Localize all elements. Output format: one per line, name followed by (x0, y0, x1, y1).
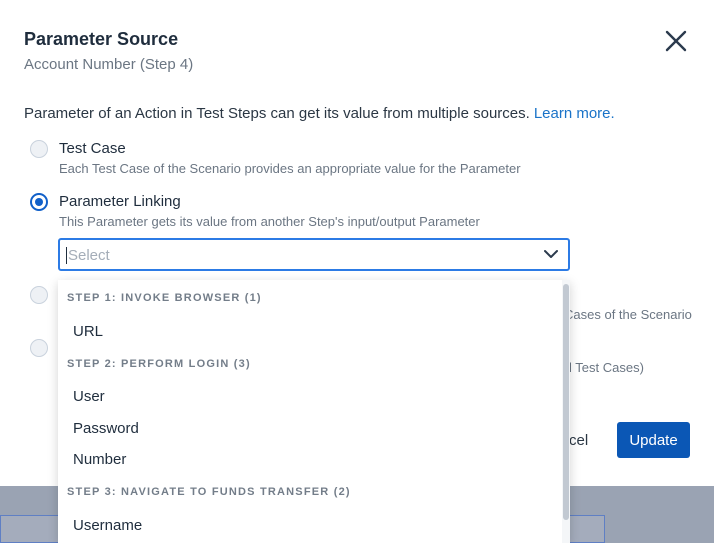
radio-test-case[interactable] (30, 140, 48, 158)
update-button[interactable]: Update (617, 422, 690, 458)
close-icon (665, 30, 687, 52)
chevron-down-icon[interactable] (544, 249, 558, 259)
option-label-test-case[interactable]: Test Case (59, 140, 126, 157)
radio-parameter-linking[interactable] (30, 193, 48, 211)
radio-option-4[interactable] (30, 339, 48, 357)
cancel-button[interactable]: cel (569, 432, 588, 449)
option-desc-parameter-linking: This Parameter gets its value from anoth… (59, 214, 480, 229)
dialog-title: Parameter Source (24, 29, 179, 49)
dropdown-scrollbar[interactable] (562, 280, 570, 543)
dropdown-item-number[interactable]: Number (73, 451, 126, 468)
intro-text: Parameter of an Action in Test Steps can… (24, 105, 615, 122)
text-caret (66, 247, 67, 264)
dropdown-item-user[interactable]: User (73, 388, 105, 405)
intro-sentence: Parameter of an Action in Test Steps can… (24, 105, 530, 122)
dropdown-item-username[interactable]: Username (73, 517, 142, 534)
option-desc-4-visible-tail: l Test Cases) (569, 360, 644, 375)
select-placeholder: Select (68, 247, 110, 264)
option-label-parameter-linking[interactable]: Parameter Linking (59, 193, 181, 210)
dropdown-scroll-thumb[interactable] (563, 284, 569, 520)
dropdown-item-url[interactable]: URL (73, 323, 103, 340)
dialog-subtitle: Account Number (Step 4) (24, 56, 194, 73)
learn-more-link[interactable]: Learn more. (534, 105, 615, 122)
radio-option-3[interactable] (30, 286, 48, 304)
group-header-step-2: STEP 2: PERFORM LOGIN (3) (67, 358, 251, 370)
parameter-dropdown-menu: STEP 1: INVOKE BROWSER (1) URL STEP 2: P… (58, 280, 570, 543)
parameter-select[interactable]: Select (58, 238, 570, 271)
close-button[interactable] (662, 27, 690, 55)
option-desc-3-visible-tail: Cases of the Scenario (564, 307, 692, 322)
group-header-step-3: STEP 3: NAVIGATE TO FUNDS TRANSFER (2) (67, 486, 351, 498)
option-desc-test-case: Each Test Case of the Scenario provides … (59, 161, 521, 176)
group-header-step-1: STEP 1: INVOKE BROWSER (1) (67, 292, 262, 304)
dropdown-item-password[interactable]: Password (73, 420, 139, 437)
